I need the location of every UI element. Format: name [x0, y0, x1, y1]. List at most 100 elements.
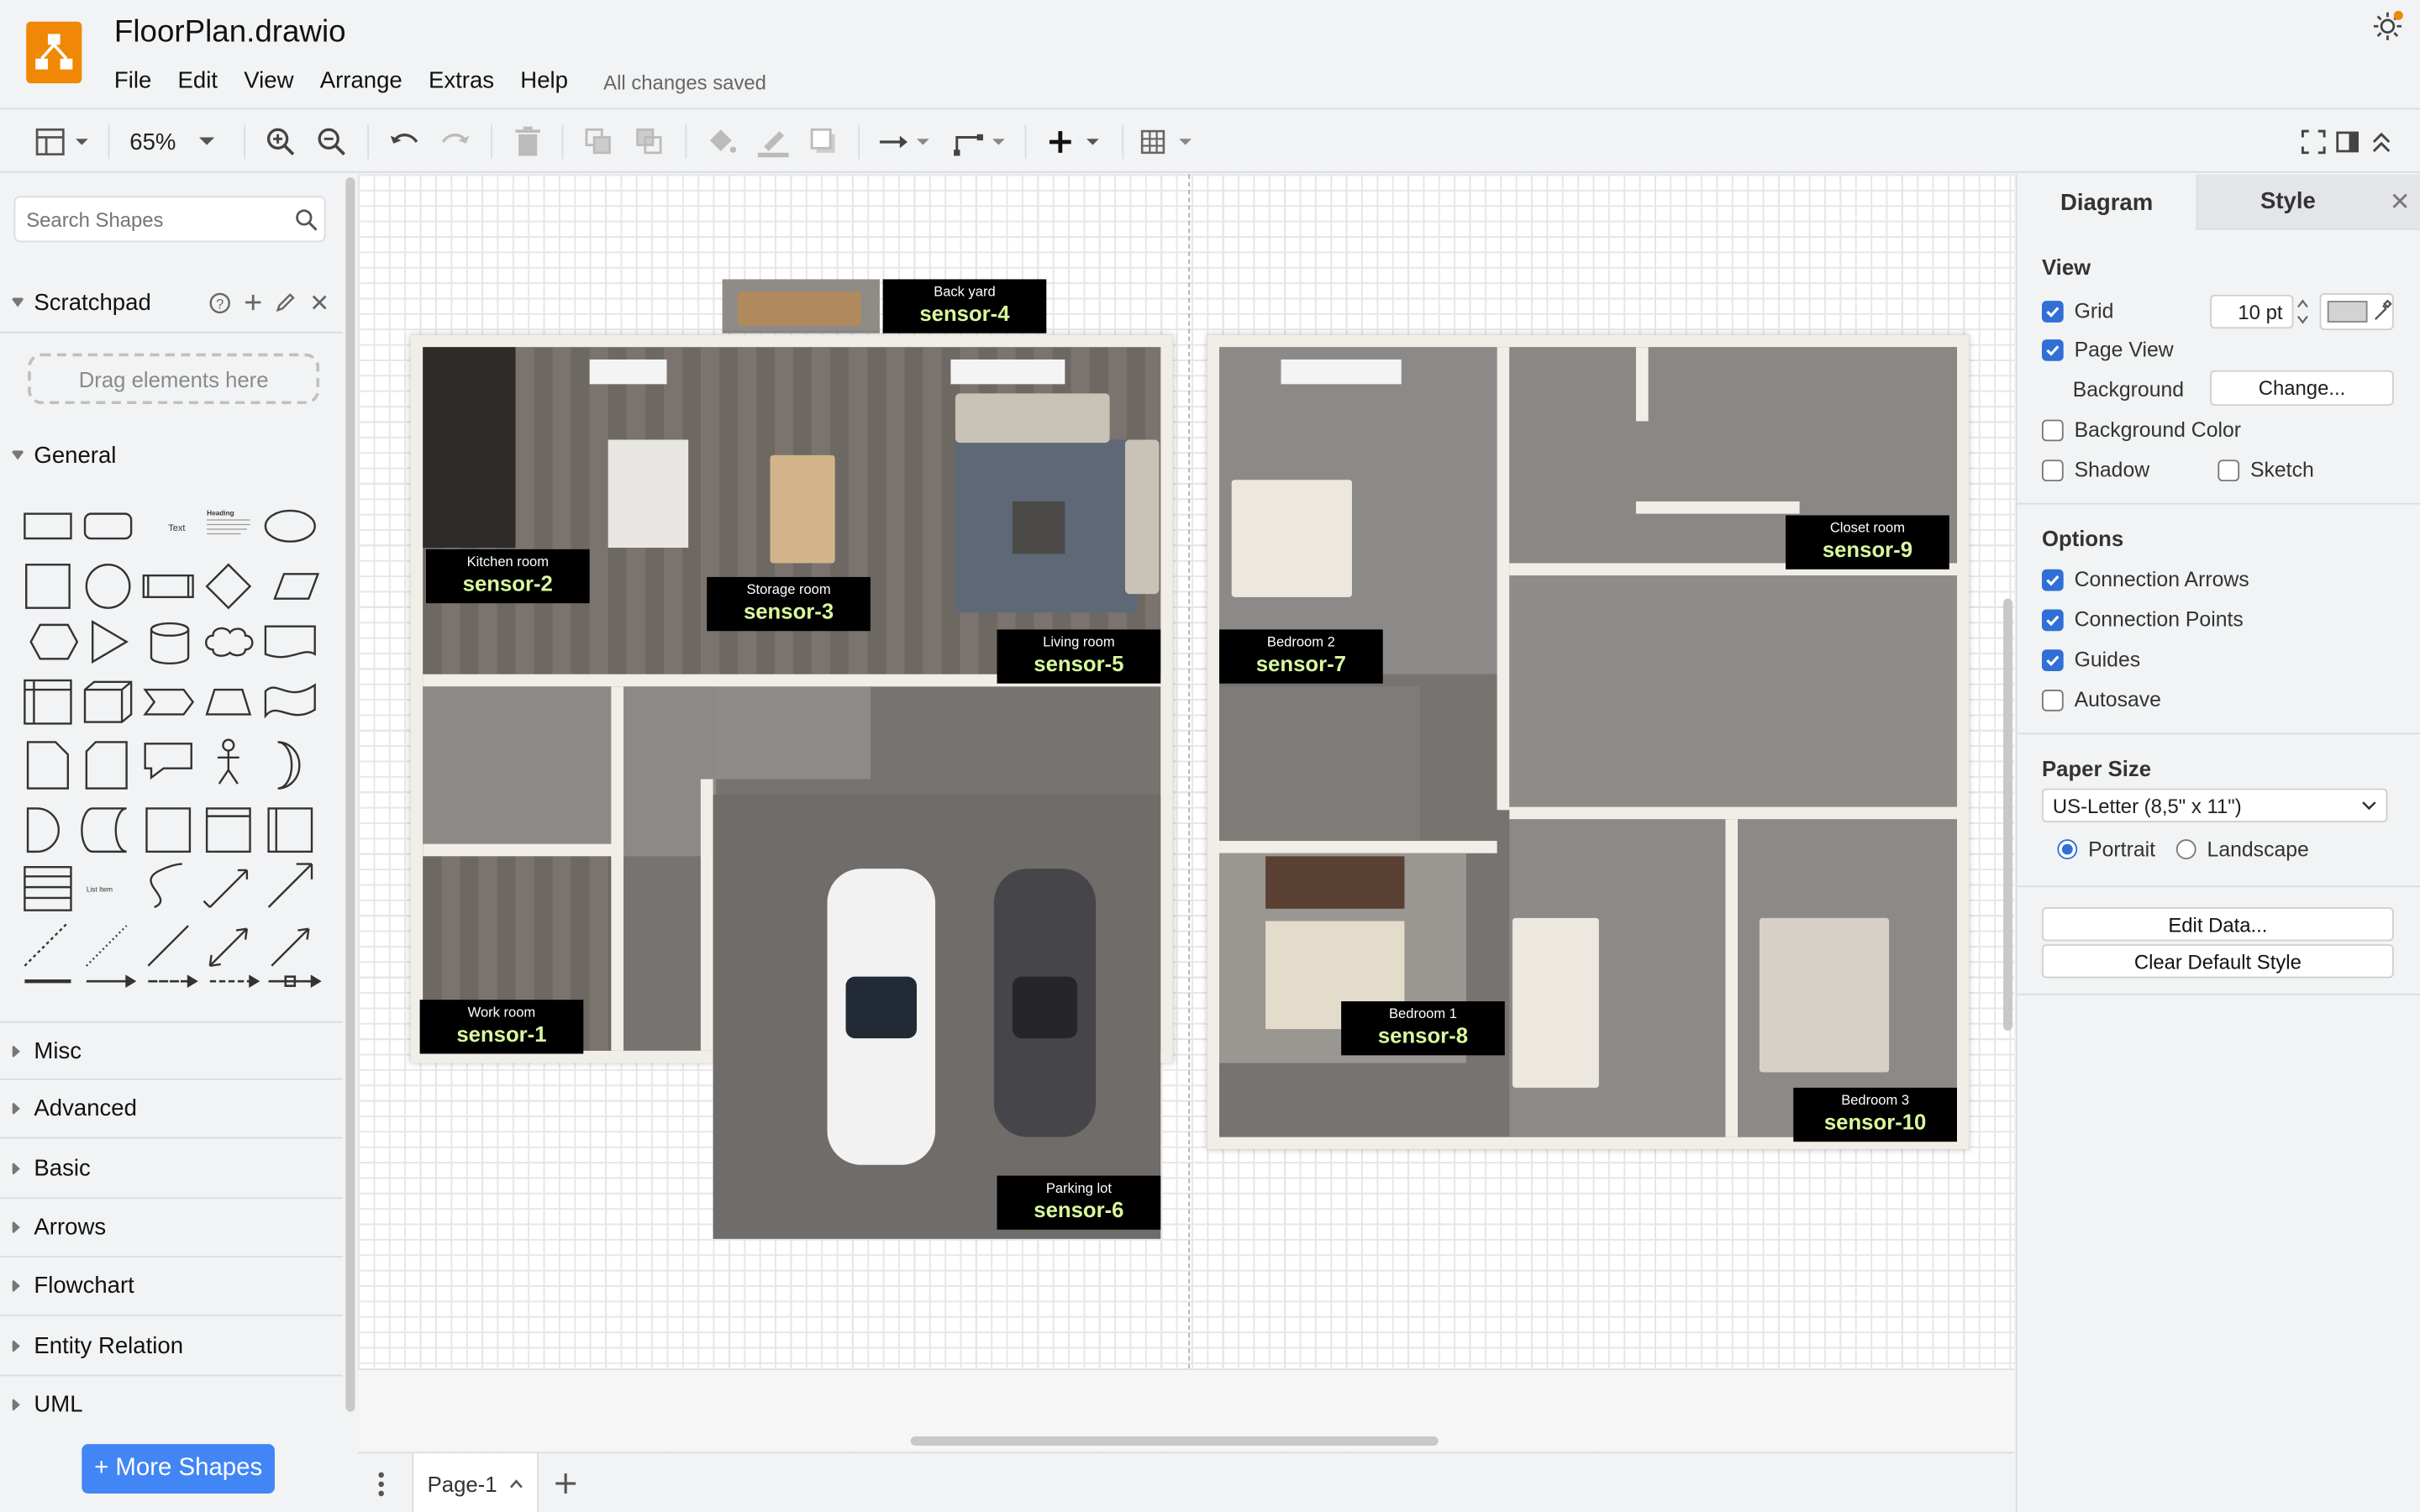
sensor-label-back-yard[interactable]: Back yard sensor-4: [882, 279, 1047, 333]
grid-checkbox[interactable]: Grid: [2041, 299, 2113, 323]
sensor-label-storage[interactable]: Storage room sensor-3: [707, 576, 871, 632]
general-library-header[interactable]: General: [0, 428, 343, 486]
sensor-label-living[interactable]: Living room sensor-5: [997, 629, 1161, 684]
shape-container[interactable]: [145, 807, 192, 853]
pages-menu-icon[interactable]: [376, 1469, 386, 1500]
landscape-radio[interactable]: Landscape: [2175, 837, 2309, 861]
shape-vertical-container[interactable]: [267, 807, 313, 853]
autosave-checkbox[interactable]: Autosave: [2041, 688, 2161, 711]
line-color-icon[interactable]: [753, 123, 793, 160]
theme-sun-icon[interactable]: [2370, 9, 2404, 43]
sensor-label-closet[interactable]: Closet room sensor-9: [1786, 515, 1949, 570]
fullscreen-icon[interactable]: [2298, 123, 2329, 160]
shape-ellipse[interactable]: [264, 509, 316, 543]
shape-data-storage[interactable]: [81, 807, 127, 853]
shape-line[interactable]: [147, 925, 189, 967]
page-view-checkbox[interactable]: Page View: [2041, 338, 2174, 361]
unchecked-box[interactable]: [2041, 418, 2064, 441]
shape-directional-connector[interactable]: [271, 927, 310, 967]
shape-cylinder[interactable]: [150, 622, 190, 664]
scratchpad-drop-zone[interactable]: Drag elements here: [28, 353, 320, 405]
shape-bidirectional-connector[interactable]: [208, 927, 249, 967]
checked-box[interactable]: [2041, 648, 2064, 671]
insert-button[interactable]: [1044, 123, 1106, 160]
ground-floor-plan[interactable]: [410, 334, 1173, 1239]
stepper-icon[interactable]: [2295, 295, 2310, 328]
search-shapes-field[interactable]: [13, 196, 326, 243]
library-entity-relation[interactable]: Entity Relation: [0, 1318, 343, 1377]
search-icon[interactable]: [295, 208, 318, 232]
shape-square[interactable]: [25, 564, 71, 609]
menu-file[interactable]: File: [114, 68, 151, 94]
scratchpad-header[interactable]: Scratchpad ?: [0, 275, 343, 333]
shape-step[interactable]: [143, 688, 195, 716]
library-flowchart[interactable]: Flowchart: [0, 1257, 343, 1316]
radio-unselected[interactable]: [2175, 839, 2196, 860]
table-button[interactable]: [1139, 123, 1198, 160]
edit-pencil-icon[interactable]: [275, 291, 297, 313]
sensor-label-bedroom-1[interactable]: Bedroom 1 sensor-8: [1341, 1001, 1505, 1056]
shape-list-item[interactable]: List Item: [87, 886, 113, 894]
sensor-label-work-room[interactable]: Work room sensor-1: [419, 1000, 584, 1054]
format-panel-toggle-icon[interactable]: [2332, 123, 2363, 160]
shape-dotted-line[interactable]: [86, 925, 128, 967]
library-arrows[interactable]: Arrows: [0, 1199, 343, 1257]
paper-size-select[interactable]: US-Letter (8,5" x 11"): [2041, 788, 2388, 822]
shape-circle[interactable]: [85, 564, 131, 609]
checked-box[interactable]: [2041, 339, 2064, 360]
connection-points-checkbox[interactable]: Connection Points: [2041, 608, 2244, 631]
shape-arrow[interactable]: [267, 863, 313, 908]
eyedropper-icon[interactable]: [2370, 299, 2392, 323]
unchecked-box[interactable]: [2041, 689, 2064, 711]
guides-checkbox[interactable]: Guides: [2041, 648, 2140, 671]
redo-icon[interactable]: [437, 123, 474, 160]
checked-box[interactable]: [2041, 300, 2064, 322]
shape-swimlane[interactable]: [205, 807, 251, 853]
shape-rectangle[interactable]: [24, 512, 72, 540]
connection-style-button[interactable]: [876, 123, 935, 160]
add-icon[interactable]: [242, 291, 264, 313]
library-misc[interactable]: Misc: [0, 1021, 343, 1080]
shape-process[interactable]: [142, 574, 194, 599]
shape-internal-storage[interactable]: [24, 679, 72, 725]
shape-parallelogram[interactable]: [273, 573, 320, 600]
tab-style[interactable]: Style: [2196, 174, 2379, 230]
library-basic[interactable]: Basic: [0, 1140, 343, 1200]
grid-color-picker[interactable]: [2319, 292, 2394, 331]
horizontal-scrollbar[interactable]: [910, 1436, 1439, 1446]
sidebar-scrollbar[interactable]: [342, 174, 359, 1512]
background-color-checkbox[interactable]: Background Color: [2041, 418, 2241, 441]
zoom-out-icon[interactable]: [313, 123, 350, 160]
shape-actor[interactable]: [217, 751, 239, 785]
radio-selected[interactable]: [2057, 839, 2078, 860]
document-title[interactable]: FloorPlan.drawio: [114, 15, 346, 50]
shape-rounded-rectangle[interactable]: [83, 512, 133, 540]
menu-view[interactable]: View: [244, 68, 293, 94]
chevron-up-icon[interactable]: [509, 1478, 523, 1489]
checked-box[interactable]: [2041, 568, 2064, 591]
change-background-button[interactable]: Change...: [2210, 370, 2394, 407]
shape-cloud[interactable]: [205, 627, 254, 657]
shape-tape[interactable]: [264, 683, 316, 719]
tab-diagram[interactable]: Diagram: [2017, 174, 2196, 230]
close-icon[interactable]: [308, 291, 330, 313]
to-back-icon[interactable]: [631, 123, 668, 160]
upper-floor-plan[interactable]: [1207, 334, 1970, 1150]
shape-card[interactable]: [85, 741, 128, 790]
collapse-up-icon[interactable]: [2366, 123, 2397, 160]
menu-edit[interactable]: Edit: [178, 68, 218, 94]
grid-size-input[interactable]: 10 pt: [2210, 294, 2294, 329]
shape-note[interactable]: [26, 741, 70, 790]
shape-or[interactable]: [277, 741, 301, 790]
edit-data-button[interactable]: Edit Data...: [2041, 906, 2394, 942]
shape-dashed-line[interactable]: [24, 921, 69, 967]
library-advanced[interactable]: Advanced: [0, 1080, 343, 1139]
page-tab[interactable]: Page-1: [412, 1453, 539, 1512]
vertical-scrollbar[interactable]: [2003, 598, 2013, 1031]
shape-list[interactable]: [24, 866, 72, 911]
menu-extras[interactable]: Extras: [429, 68, 494, 94]
shape-triangle[interactable]: [92, 620, 129, 664]
add-page-icon[interactable]: [553, 1470, 579, 1496]
portrait-radio[interactable]: Portrait: [2057, 837, 2155, 861]
zoom-in-icon[interactable]: [262, 123, 299, 160]
